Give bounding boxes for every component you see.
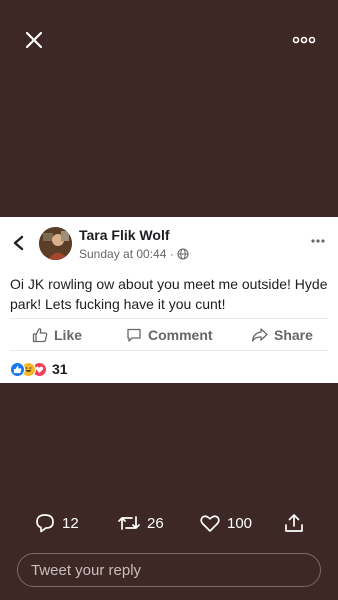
- like-reaction-icon: [10, 361, 25, 377]
- comment-button[interactable]: Comment: [126, 319, 213, 350]
- top-bar: [0, 0, 338, 80]
- thumbs-up-icon: [32, 327, 48, 342]
- tweet-actions-bar: 12 26 100: [0, 510, 338, 536]
- share-tweet-button[interactable]: [283, 510, 305, 536]
- post-meta: Sunday at 00:44 ·: [79, 247, 189, 261]
- reply-count: 12: [62, 514, 79, 532]
- like-label: Like: [54, 326, 83, 343]
- post-author-name[interactable]: Tara Flik Wolf: [79, 227, 170, 243]
- like-tweet-button[interactable]: 100: [199, 510, 252, 536]
- retweet-icon: [118, 516, 140, 530]
- more-horizontal-icon[interactable]: [292, 30, 316, 50]
- heart-icon: [200, 515, 220, 532]
- avatar[interactable]: [39, 227, 72, 260]
- globe-icon: [177, 248, 189, 260]
- reaction-count: 31: [52, 361, 68, 377]
- reply-input[interactable]: Tweet your reply: [17, 553, 321, 587]
- share-label: Share: [274, 326, 313, 343]
- post-more-icon[interactable]: [310, 237, 326, 245]
- retweet-button[interactable]: 26: [117, 510, 164, 536]
- comment-label: Comment: [148, 326, 213, 343]
- share-button[interactable]: Share: [251, 319, 313, 350]
- facebook-post-card[interactable]: Tara Flik Wolf Sunday at 00:44 · Oi JK r…: [0, 217, 338, 383]
- reply-icon: [36, 514, 54, 533]
- chevron-left-icon[interactable]: [10, 234, 28, 252]
- like-count: 100: [227, 514, 253, 532]
- post-actions-bar: Like Comment Share: [0, 319, 338, 350]
- close-icon[interactable]: [22, 28, 46, 52]
- reply-placeholder: Tweet your reply: [31, 561, 142, 579]
- share-upload-icon: [285, 514, 303, 532]
- post-text: Oi JK rowling ow about you meet me outsi…: [10, 276, 328, 312]
- comment-icon: [127, 328, 141, 342]
- post-timestamp[interactable]: Sunday at 00:44 ·: [79, 247, 174, 261]
- like-button[interactable]: Like: [32, 319, 82, 350]
- divider: [10, 350, 328, 351]
- retweet-count: 26: [147, 514, 164, 532]
- reactions-summary[interactable]: 31: [10, 361, 68, 377]
- reply-button[interactable]: 12: [34, 510, 79, 536]
- share-icon: [251, 327, 268, 342]
